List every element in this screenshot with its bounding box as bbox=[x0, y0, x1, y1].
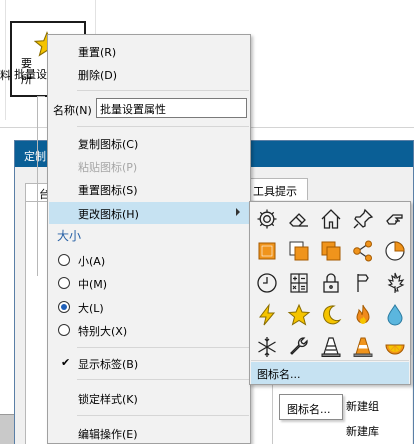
crescent-moon-icon[interactable] bbox=[315, 299, 347, 331]
context-menu: 重置(R) 删除(D) 名称(N) 批量设置属性 复制图标(C) 粘贴图标(P)… bbox=[47, 34, 251, 444]
lightning-icon[interactable] bbox=[251, 299, 283, 331]
name-label: 名称(N) bbox=[53, 104, 92, 117]
orange-slice-icon[interactable] bbox=[379, 331, 411, 363]
square-half-icon[interactable] bbox=[283, 235, 315, 267]
size-option-label: 大(L) bbox=[78, 302, 104, 315]
radio-button[interactable] bbox=[58, 324, 70, 336]
size-option-medium[interactable]: 中(M) bbox=[49, 272, 250, 294]
menu-separator bbox=[77, 415, 249, 416]
submenu-separator bbox=[251, 360, 409, 361]
menu-item-delete[interactable]: 删除(D) bbox=[49, 63, 250, 85]
size-option-large[interactable]: 大(L) bbox=[49, 296, 250, 318]
maple-leaf-icon[interactable] bbox=[379, 267, 411, 299]
menu-separator bbox=[77, 90, 249, 91]
size-option-label: 特别大(X) bbox=[78, 325, 128, 338]
menu-separator bbox=[77, 379, 249, 380]
chevron-right-icon bbox=[236, 208, 240, 216]
gear-icon[interactable] bbox=[251, 203, 283, 235]
menu-item-edit-action[interactable]: 编辑操作(E) bbox=[49, 422, 250, 444]
menu-item-show-label[interactable]: ✔ 显示标签(B) bbox=[49, 352, 250, 374]
squares-overlap-icon[interactable] bbox=[315, 235, 347, 267]
name-row: 名称(N) 批量设置属性 bbox=[49, 97, 250, 121]
calculator-icon[interactable] bbox=[283, 267, 315, 299]
water-drop-icon[interactable] bbox=[379, 299, 411, 331]
radio-button[interactable] bbox=[58, 254, 70, 266]
size-option-small[interactable]: 小(A) bbox=[49, 249, 250, 271]
menu-separator bbox=[77, 347, 249, 348]
size-option-extra-large[interactable]: 特别大(X) bbox=[49, 319, 250, 341]
eraser-icon[interactable] bbox=[283, 203, 315, 235]
snowflake-icon[interactable] bbox=[251, 331, 283, 363]
network-icon[interactable] bbox=[347, 235, 379, 267]
menu-item-lock-style[interactable]: 锁定样式(K) bbox=[49, 387, 250, 409]
dialog-text: 所 bbox=[21, 73, 32, 86]
star-icon[interactable] bbox=[283, 299, 315, 331]
tree-item-new-group[interactable]: 新建组 bbox=[346, 398, 379, 414]
hand-pointer-icon[interactable] bbox=[379, 203, 411, 235]
traffic-cone-icon[interactable] bbox=[315, 331, 347, 363]
menu-separator bbox=[77, 126, 249, 127]
menu-item-change-icon-label: 更改图标(H) bbox=[78, 208, 139, 221]
house-icon[interactable] bbox=[315, 203, 347, 235]
screen: 料 批量设置 定制 台 要 所 工具提示 新建组 新建库 重置(R) 删除(D)… bbox=[0, 0, 414, 444]
pie-quarter-icon[interactable] bbox=[379, 235, 411, 267]
size-option-label: 中(M) bbox=[78, 278, 108, 291]
menu-item-show-label-text: 显示标签(B) bbox=[78, 358, 139, 371]
traffic-cone-orange-icon[interactable] bbox=[347, 331, 379, 363]
menu-item-change-icon[interactable]: 更改图标(H) bbox=[49, 202, 250, 224]
radio-button[interactable] bbox=[58, 277, 70, 289]
size-heading: 大小 bbox=[57, 229, 82, 243]
pushpin-icon[interactable] bbox=[347, 203, 379, 235]
menu-item-reset-icon[interactable]: 重置图标(S) bbox=[49, 178, 250, 200]
radio-button-selected[interactable] bbox=[58, 301, 70, 313]
menu-item-copy-icon[interactable]: 复制图标(C) bbox=[49, 132, 250, 154]
dialog-text: 要 bbox=[21, 57, 32, 70]
flag-icon[interactable] bbox=[347, 267, 379, 299]
name-field[interactable]: 批量设置属性 bbox=[96, 98, 247, 118]
clock-icon[interactable] bbox=[251, 267, 283, 299]
dialog-list-frame bbox=[37, 96, 45, 276]
menu-item-reset[interactable]: 重置(R) bbox=[49, 40, 250, 62]
menu-item-paste-icon[interactable]: 粘贴图标(P) bbox=[49, 155, 250, 177]
flame-icon[interactable] bbox=[347, 299, 379, 331]
ribbon-separator bbox=[5, 0, 6, 120]
padlock-icon[interactable] bbox=[315, 267, 347, 299]
size-option-label: 小(A) bbox=[78, 255, 106, 268]
icon-name-menu-item[interactable]: 图标名... bbox=[251, 362, 409, 384]
square-orange-icon[interactable] bbox=[251, 235, 283, 267]
tree-item-new-library[interactable]: 新建库 bbox=[346, 423, 379, 439]
icon-submenu: 图标名... bbox=[249, 201, 411, 385]
wrench-icon[interactable] bbox=[283, 331, 315, 363]
checkmark-icon: ✔ bbox=[61, 356, 71, 369]
tooltip: 图标名... bbox=[279, 394, 343, 420]
background-edge bbox=[0, 414, 14, 444]
